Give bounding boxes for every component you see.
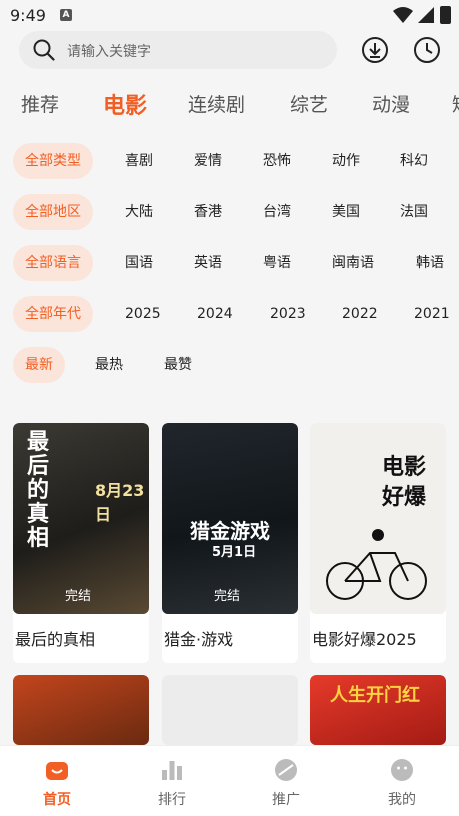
movie-title: 猎金·游戏 bbox=[164, 630, 234, 649]
wifi-icon bbox=[393, 7, 413, 23]
filter-chip[interactable]: 国语 bbox=[125, 245, 153, 281]
history-icon[interactable] bbox=[413, 36, 441, 64]
movie-poster bbox=[13, 675, 149, 745]
status-time: 9:49 bbox=[10, 6, 46, 25]
filter-row-type: 全部类型 喜剧 爱情 恐怖 动作 科幻 bbox=[0, 143, 459, 181]
movie-card[interactable]: 最后的真相 8月23日 完结 最后的真相 bbox=[13, 423, 149, 663]
tab-recommend[interactable]: 推荐 bbox=[21, 90, 59, 117]
ranking-icon bbox=[162, 761, 182, 780]
search-input[interactable]: 请输入关键字 bbox=[67, 41, 151, 61]
filter-chip[interactable]: 2025 bbox=[125, 296, 161, 332]
promote-icon bbox=[275, 759, 297, 781]
nav-label: 我的 bbox=[388, 792, 416, 808]
filter-chip[interactable]: 2021 bbox=[414, 296, 450, 332]
filter-chip[interactable]: 2023 bbox=[270, 296, 306, 332]
nav-profile[interactable]: 我的 bbox=[362, 746, 442, 816]
nav-label: 排行 bbox=[158, 792, 186, 808]
signal-icon bbox=[418, 7, 434, 23]
download-icon[interactable] bbox=[361, 36, 389, 64]
home-icon bbox=[46, 762, 68, 780]
nav-home[interactable]: 首页 bbox=[17, 746, 97, 816]
nav-promote[interactable]: 推广 bbox=[246, 746, 326, 816]
filter-row-sort: 最新 最热 最赞 bbox=[0, 347, 459, 385]
profile-icon bbox=[391, 759, 413, 781]
filter-chip[interactable]: 全部年代 bbox=[13, 296, 93, 332]
filter-chip[interactable]: 全部地区 bbox=[13, 194, 93, 230]
movie-poster-placeholder bbox=[162, 675, 298, 745]
filter-chip[interactable]: 动作 bbox=[332, 143, 360, 179]
bottom-nav: 首页 排行 推广 我的 bbox=[0, 745, 459, 816]
movie-title: 电影好爆2025 bbox=[312, 630, 417, 649]
nav-label: 首页 bbox=[43, 792, 71, 808]
movie-poster: 电影好爆 bbox=[310, 423, 446, 614]
movie-poster: 猎金游戏 5月1日 完结 bbox=[162, 423, 298, 614]
search-icon bbox=[33, 39, 55, 61]
poster-title: 最后的真相 bbox=[27, 430, 50, 551]
search-bar[interactable]: 请输入关键字 bbox=[19, 31, 337, 69]
filter-row-language: 全部语言 国语 英语 粤语 闽南语 韩语 bbox=[0, 245, 459, 283]
filter-chip[interactable]: 恐怖 bbox=[263, 143, 291, 179]
poster-title: 猎金游戏 bbox=[190, 519, 270, 543]
status-bar: 9:49 A bbox=[0, 0, 459, 32]
category-tabs: 推荐 电影 连续剧 综艺 动漫 短 bbox=[0, 86, 459, 126]
notification-icon: A bbox=[60, 9, 72, 21]
tab-movie[interactable]: 电影 bbox=[103, 88, 147, 120]
filter-chip[interactable]: 香港 bbox=[194, 194, 222, 230]
movie-card[interactable]: 人生开门红 bbox=[310, 675, 446, 745]
filter-chip[interactable]: 最新 bbox=[13, 347, 65, 383]
filter-chip[interactable]: 台湾 bbox=[263, 194, 291, 230]
movie-title: 最后的真相 bbox=[15, 630, 96, 649]
movie-poster: 最后的真相 8月23日 完结 bbox=[13, 423, 149, 614]
filter-chip[interactable]: 全部类型 bbox=[13, 143, 93, 179]
poster-title: 人生开门红 bbox=[330, 685, 420, 706]
tab-series[interactable]: 连续剧 bbox=[188, 90, 245, 117]
filter-chip[interactable]: 最热 bbox=[95, 347, 123, 383]
poster-title: 电影好爆 bbox=[382, 455, 427, 510]
filter-chip[interactable]: 粤语 bbox=[263, 245, 291, 281]
battery-icon bbox=[440, 6, 451, 24]
filter-chip[interactable]: 爱情 bbox=[194, 143, 222, 179]
nav-ranking[interactable]: 排行 bbox=[132, 746, 212, 816]
status-badge: 完结 bbox=[214, 589, 241, 604]
tab-anime[interactable]: 动漫 bbox=[372, 90, 410, 117]
filter-chip[interactable]: 2022 bbox=[342, 296, 378, 332]
movie-card[interactable] bbox=[13, 675, 149, 745]
movie-card[interactable] bbox=[162, 675, 298, 745]
filter-chip[interactable]: 美国 bbox=[332, 194, 360, 230]
filter-chip[interactable]: 最赞 bbox=[164, 347, 192, 383]
bicycle-illustration bbox=[326, 529, 427, 600]
tab-variety[interactable]: 综艺 bbox=[290, 90, 328, 117]
filter-row-region: 全部地区 大陆 香港 台湾 美国 法国 bbox=[0, 194, 459, 232]
poster-date: 5月1日 bbox=[212, 545, 257, 560]
filter-chip[interactable]: 科幻 bbox=[400, 143, 428, 179]
filter-chip[interactable]: 韩语 bbox=[416, 245, 444, 281]
poster-date: 8月23日 bbox=[95, 481, 145, 524]
movie-poster: 人生开门红 bbox=[310, 675, 446, 745]
filter-chip[interactable]: 2024 bbox=[197, 296, 233, 332]
filter-row-year: 全部年代 2025 2024 2023 2022 2021 bbox=[0, 296, 459, 334]
movie-card[interactable]: 电影好爆 电影好爆2025 bbox=[310, 423, 446, 663]
filter-chip[interactable]: 大陆 bbox=[125, 194, 153, 230]
filter-chip[interactable]: 法国 bbox=[400, 194, 428, 230]
filter-chip[interactable]: 闽南语 bbox=[332, 245, 374, 281]
filter-chip[interactable]: 英语 bbox=[194, 245, 222, 281]
movie-card[interactable]: 猎金游戏 5月1日 完结 猎金·游戏 bbox=[162, 423, 298, 663]
filter-chip[interactable]: 喜剧 bbox=[125, 143, 153, 179]
filter-chip[interactable]: 全部语言 bbox=[13, 245, 93, 281]
tab-short[interactable]: 短 bbox=[452, 90, 459, 117]
nav-label: 推广 bbox=[272, 792, 300, 808]
status-badge: 完结 bbox=[65, 589, 92, 604]
